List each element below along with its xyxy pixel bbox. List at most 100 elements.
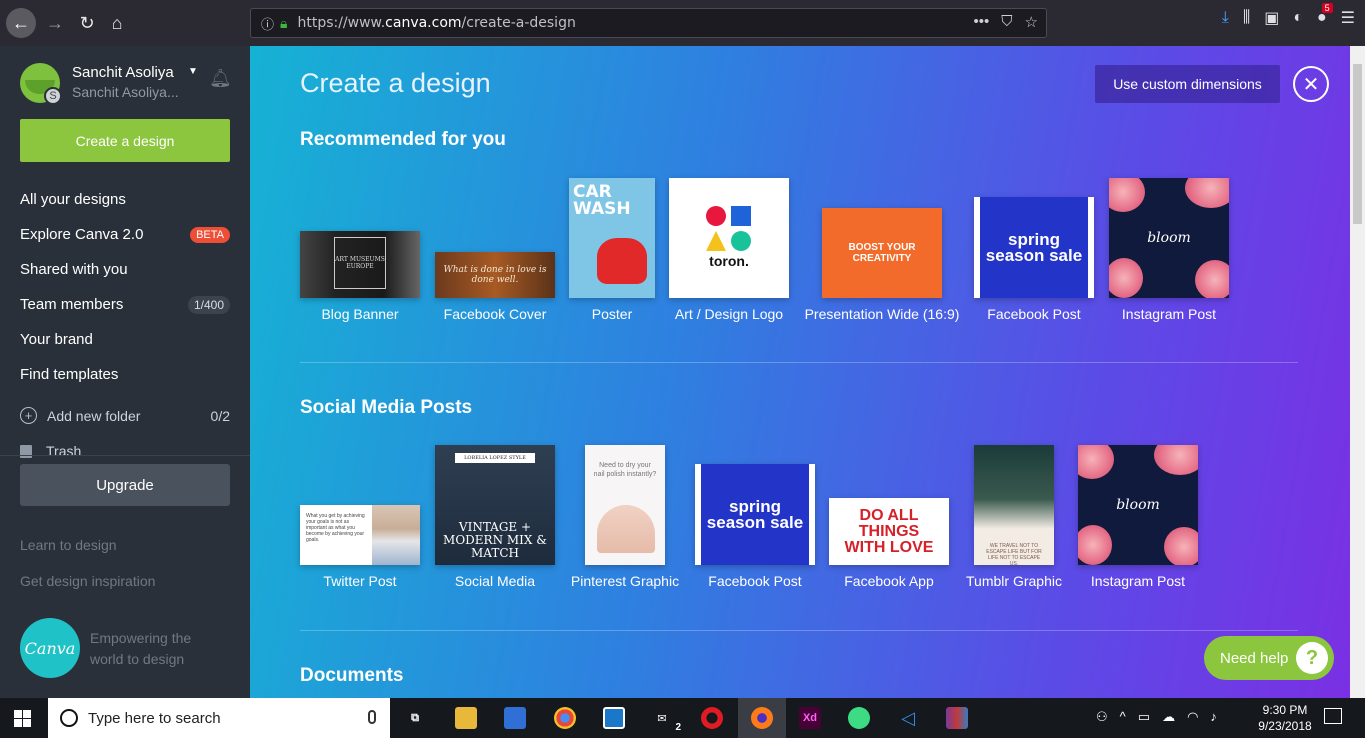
bell-icon[interactable]: 🔔︎	[209, 68, 232, 89]
trash-label: Trash	[46, 443, 82, 459]
card-label[interactable]: Art / Design Logo	[675, 306, 783, 322]
opera-icon[interactable]	[701, 707, 723, 729]
sidebar: S Sanchit Asoliya Sanchit Asoliya... ▼ 🔔…	[0, 46, 250, 698]
trash-item[interactable]: Trash	[20, 443, 81, 459]
chevron-up-icon[interactable]: ^	[1120, 709, 1126, 725]
download-icon[interactable]: ⤓	[1222, 9, 1229, 27]
taskbar-search[interactable]: Type here to search	[48, 698, 390, 738]
url-text[interactable]: https://www.canva.com/create-a-design	[297, 15, 575, 31]
pocket-icon[interactable]: ⛉	[1001, 13, 1012, 31]
sidebar-toggle-icon[interactable]: ▣	[1264, 8, 1279, 28]
inspiration-link[interactable]: Get design inspiration	[20, 573, 155, 589]
card-label[interactable]: Facebook App	[844, 573, 934, 589]
url-bar[interactable]: ⓘ 🔒︎ https://www.canva.com/create-a-desi…	[250, 8, 1047, 38]
thumbnail-text: Need to dry your nail polish instantly?	[593, 462, 657, 478]
microphone-icon[interactable]	[368, 710, 376, 724]
card-label[interactable]: Twitter Post	[323, 573, 396, 589]
notification-icon[interactable]	[1324, 708, 1342, 724]
card-label[interactable]: Tumblr Graphic	[966, 573, 1062, 589]
custom-dimensions-button[interactable]: Use custom dimensions	[1095, 65, 1280, 103]
clock-time: 9:30 PM	[1262, 703, 1308, 717]
design-thumbnail[interactable]: bloom	[1078, 445, 1198, 565]
close-icon[interactable]: ✕	[1293, 66, 1329, 102]
design-thumbnail[interactable]: CAR WASH	[569, 178, 655, 298]
sidebar-item-templates[interactable]: Find templates	[20, 357, 230, 392]
design-thumbnail[interactable]: LOBELIA LOPEZ STYLE VINTAGE + MODERN MIX…	[435, 445, 555, 565]
home-icon[interactable]: ⌂	[104, 10, 130, 36]
card-label[interactable]: Presentation Wide (16:9)	[805, 306, 960, 322]
design-thumbnail[interactable]: BOOST YOUR CREATIVITY	[822, 208, 942, 298]
canva-logo[interactable]: Canva	[20, 618, 80, 678]
design-thumbnail[interactable]: DO ALL THINGS WITH LOVE	[829, 498, 949, 565]
hand-image	[597, 505, 655, 553]
design-thumbnail[interactable]: Need to dry your nail polish instantly?	[585, 445, 665, 565]
card-label[interactable]: Social Media	[455, 573, 535, 589]
mail-icon[interactable]: ✉ 2	[651, 707, 681, 734]
people-icon[interactable]: ⚇	[1096, 709, 1108, 725]
forward-arrow-icon[interactable]: →	[42, 10, 68, 36]
cloud-icon[interactable]: ☁	[1162, 709, 1175, 725]
card-label[interactable]: Facebook Cover	[444, 306, 547, 322]
sidebar-item-explore[interactable]: Explore Canva 2.0 BETA	[20, 217, 230, 252]
app-icon[interactable]	[603, 707, 625, 729]
design-thumbnail[interactable]: What is done in love is done well.	[435, 252, 555, 298]
create-design-panel: Create a design Use custom dimensions ✕ …	[250, 46, 1350, 698]
page-actions-icon[interactable]: •••	[974, 13, 990, 31]
card-label[interactable]: Instagram Post	[1122, 306, 1216, 322]
extension-badge-icon[interactable]: ● 5	[1317, 3, 1333, 27]
firefox-icon[interactable]	[751, 707, 773, 729]
sidebar-item-label: Team members	[20, 296, 124, 313]
design-thumbnail[interactable]: toron.	[669, 178, 789, 298]
scrollbar[interactable]	[1350, 46, 1365, 698]
scroll-thumb[interactable]	[1353, 64, 1362, 224]
card-label[interactable]: Pinterest Graphic	[571, 573, 679, 589]
android-studio-icon[interactable]	[848, 707, 870, 729]
chrome-icon[interactable]	[554, 707, 576, 729]
windows-start-icon[interactable]	[14, 710, 31, 727]
sidebar-item-brand[interactable]: Your brand	[20, 322, 230, 357]
card-label[interactable]: Blog Banner	[321, 306, 398, 322]
add-folder-row[interactable]: + Add new folder 0/2	[20, 407, 230, 424]
menu-icon[interactable]: ☰	[1341, 8, 1355, 28]
card-label[interactable]: Facebook Post	[708, 573, 801, 589]
thumbnail-text: spring season sale	[985, 229, 1083, 265]
caret-down-icon[interactable]: ▼	[188, 66, 198, 77]
sidebar-item-team[interactable]: Team members 1/400	[20, 287, 230, 322]
design-thumbnail[interactable]: spring season sale	[695, 464, 815, 565]
wifi-icon[interactable]: ◠	[1187, 709, 1198, 725]
winrar-icon[interactable]	[946, 707, 968, 729]
bookmark-star-icon[interactable]: ☆	[1025, 13, 1038, 31]
design-thumbnail[interactable]: ART MUSEUMS EUROPE	[300, 231, 420, 298]
card-label[interactable]: Instagram Post	[1091, 573, 1185, 589]
task-view-icon[interactable]: ⧉	[404, 707, 426, 729]
thumbnail-text: What you get by achieving your goals is …	[306, 513, 365, 543]
sidebar-item-all-designs[interactable]: All your designs	[20, 182, 230, 217]
user-name[interactable]: Sanchit Asoliya	[72, 64, 174, 81]
battery-icon[interactable]: ▭	[1138, 709, 1150, 725]
sidebar-item-shared[interactable]: Shared with you	[20, 252, 230, 287]
card-label[interactable]: Facebook Post	[987, 306, 1080, 322]
learn-link[interactable]: Learn to design	[20, 537, 117, 553]
need-help-button[interactable]: Need help ?	[1204, 636, 1334, 680]
file-explorer-icon[interactable]	[455, 707, 477, 729]
adobe-xd-icon[interactable]: Xd	[799, 707, 821, 729]
design-thumbnail[interactable]: spring season sale	[974, 197, 1094, 298]
vscode-icon[interactable]: ◁	[897, 707, 919, 729]
extension-count: 5	[1321, 3, 1333, 13]
clock[interactable]: 9:30 PM 9/23/2018	[1252, 702, 1318, 734]
upgrade-button[interactable]: Upgrade	[20, 464, 230, 506]
card-label[interactable]: Poster	[592, 306, 632, 322]
extension-icon[interactable]: ◐	[1293, 9, 1303, 27]
library-icon[interactable]: ⫼	[1243, 9, 1250, 27]
design-thumbnail[interactable]: WE TRAVEL NOT TO ESCAPE LIFE BUT FOR LIF…	[974, 445, 1054, 565]
reload-icon[interactable]: ↻	[74, 10, 100, 36]
back-arrow-icon[interactable]: ←	[6, 8, 36, 38]
browser-toolbar: ← → ↻ ⌂ ⓘ 🔒︎ https://www.canva.com/creat…	[0, 0, 1365, 46]
design-thumbnail[interactable]: bloom	[1109, 178, 1229, 298]
thumbnail-text: CAR WASH	[573, 182, 631, 219]
design-thumbnail[interactable]: What you get by achieving your goals is …	[300, 505, 420, 565]
info-icon[interactable]: ⓘ	[261, 14, 274, 33]
volume-icon[interactable]: ♪	[1210, 709, 1217, 725]
store-icon[interactable]	[504, 707, 526, 729]
create-design-button[interactable]: Create a design	[20, 119, 230, 162]
